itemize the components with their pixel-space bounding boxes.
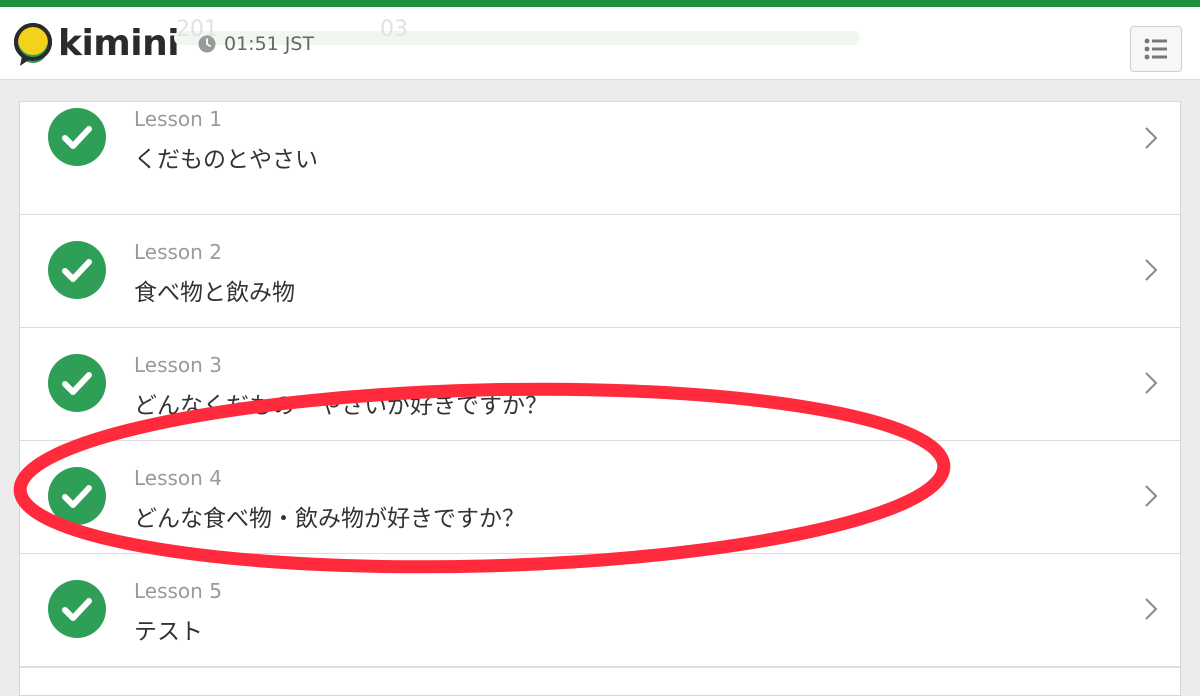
chevron-right-icon (1145, 485, 1158, 507)
chevron-right-icon (1145, 127, 1158, 149)
time-text: 01:51 JST (224, 33, 315, 55)
lesson-row[interactable]: Lesson 1 くだものとやさい (20, 102, 1180, 215)
clock-icon (198, 35, 216, 53)
kimini-logo[interactable]: kimini (12, 19, 180, 71)
completed-check-icon (48, 580, 106, 638)
lesson-title: 食べ物と飲み物 (134, 280, 295, 306)
lesson-title: どんなくだもの・やさいが好きですか？ (134, 393, 548, 419)
lesson-number: Lesson 5 (134, 579, 222, 603)
current-time: 01:51 JST (198, 33, 314, 55)
completed-check-icon (48, 241, 106, 299)
lesson-row-partial[interactable] (20, 667, 1180, 695)
completed-check-icon (48, 354, 106, 412)
completed-check-icon (48, 467, 106, 525)
lesson-title: どんな食べ物・飲み物が好きですか？ (134, 506, 525, 532)
menu-button[interactable] (1130, 26, 1182, 72)
brand-top-bar (0, 0, 1200, 7)
lesson-row[interactable]: Lesson 2 食べ物と飲み物 (20, 215, 1180, 328)
lesson-title: くだものとやさい (134, 147, 318, 173)
completed-check-icon (48, 108, 106, 166)
faded-header-text-right: 03 (380, 17, 408, 42)
lesson-row[interactable]: Lesson 5 テスト (20, 554, 1180, 667)
logo-text: kimini (58, 22, 180, 64)
lesson-number: Lesson 3 (134, 353, 222, 377)
logo-mark-icon (14, 23, 52, 66)
lesson-title: テスト (134, 619, 203, 645)
lesson-number: Lesson 1 (134, 107, 222, 131)
chevron-right-icon (1145, 372, 1158, 394)
app-header: kimini 201 03 01:51 JST (0, 7, 1200, 80)
lesson-row[interactable]: Lesson 4 どんな食べ物・飲み物が好きですか？ (20, 441, 1180, 554)
lesson-row[interactable]: Lesson 3 どんなくだもの・やさいが好きですか？ (20, 328, 1180, 441)
lesson-list: Lesson 1 くだものとやさい Lesson 2 食べ物と飲み物 Lesso… (19, 101, 1181, 696)
list-icon (1144, 38, 1167, 60)
chevron-right-icon (1145, 598, 1158, 620)
lesson-number: Lesson 4 (134, 466, 222, 490)
lesson-number: Lesson 2 (134, 240, 222, 264)
chevron-right-icon (1145, 259, 1158, 281)
